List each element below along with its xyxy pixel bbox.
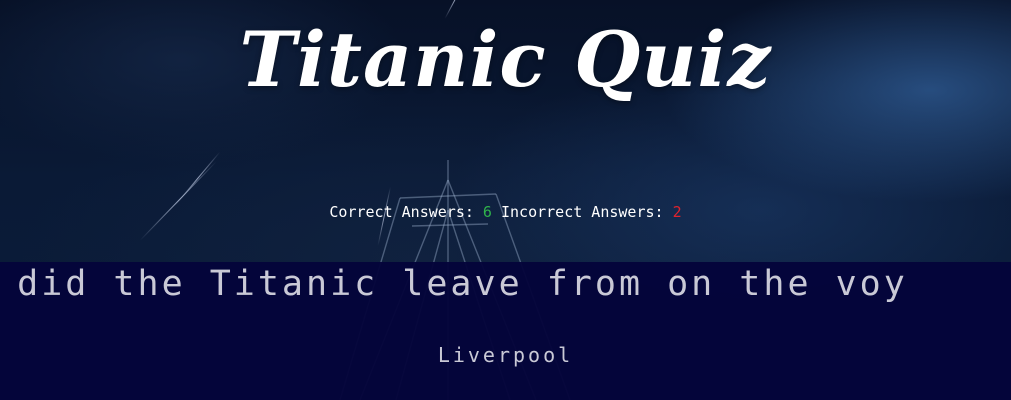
incorrect-answers-label: Incorrect Answers: bbox=[500, 203, 664, 221]
correct-answers-label: Correct Answers: bbox=[329, 203, 474, 221]
incorrect-answers-count: 2 bbox=[672, 203, 682, 221]
question-panel: e did the Titanic leave from on the voy … bbox=[0, 262, 1011, 400]
question-text: e did the Titanic leave from on the voy bbox=[0, 264, 908, 304]
meteor-streak bbox=[174, 151, 221, 206]
correct-answers-count: 6 bbox=[482, 203, 492, 221]
answer-option[interactable]: Liverpool bbox=[0, 342, 1011, 368]
page-title: Titanic Quiz bbox=[239, 15, 772, 104]
score-display: Correct Answers: 6 Incorrect Answers: 2 bbox=[0, 201, 1011, 223]
